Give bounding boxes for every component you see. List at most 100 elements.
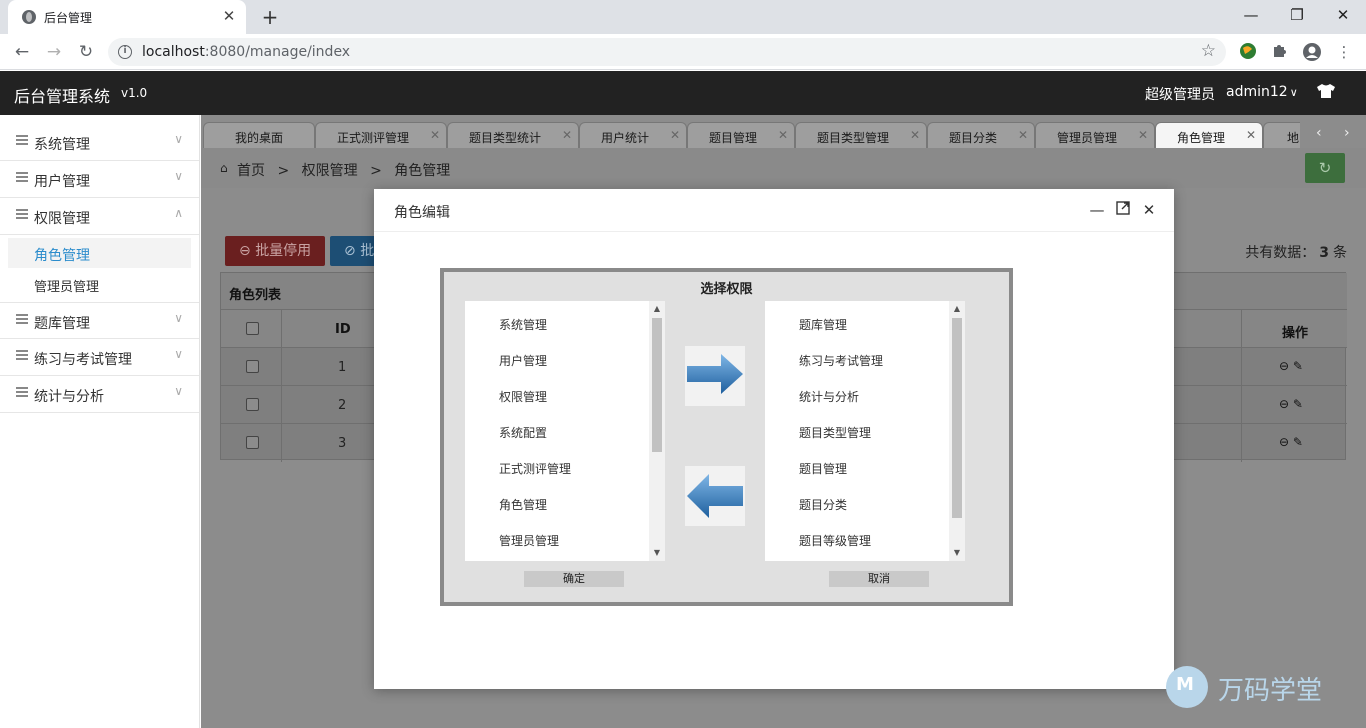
row-checkbox[interactable] bbox=[246, 360, 259, 373]
batch-disable-button[interactable]: ⊖ 批量停用 bbox=[225, 236, 325, 266]
minus-circle-icon: ⊖ bbox=[239, 243, 256, 259]
sidebar-item-permissions[interactable]: 权限管理 ∧ bbox=[0, 198, 199, 235]
disable-icon[interactable]: ⊖ bbox=[1279, 359, 1289, 373]
watermark: M 万码学堂 bbox=[1166, 666, 1346, 710]
extensions-puzzle-icon[interactable] bbox=[1270, 42, 1290, 62]
scroll-up-icon[interactable]: ▲ bbox=[949, 302, 965, 316]
restore-window-button[interactable]: ❐ bbox=[1277, 3, 1317, 27]
available-permissions-list[interactable]: 系统管理 用户管理 权限管理 系统配置 正式测评管理 角色管理 管理员管理 ▲ … bbox=[465, 301, 665, 561]
close-tab-icon[interactable]: ✕ bbox=[910, 128, 920, 142]
edit-pencil-icon[interactable]: ✎ bbox=[1293, 435, 1303, 449]
maximize-icon[interactable] bbox=[1114, 200, 1132, 220]
list-item[interactable]: 正式测评管理 bbox=[499, 460, 571, 477]
sidebar-item-stats[interactable]: 统计与分析 ∨ bbox=[0, 376, 199, 413]
sidebar-subitem-roles[interactable]: 角色管理 bbox=[8, 238, 191, 268]
list-item[interactable]: 题目等级管理 bbox=[799, 532, 871, 549]
edit-pencil-icon[interactable]: ✎ bbox=[1293, 397, 1303, 411]
breadcrumb-home[interactable]: 首页 bbox=[237, 163, 265, 179]
sidebar-item-label: 权限管理 bbox=[34, 211, 90, 227]
watermark-logo-icon: M bbox=[1166, 666, 1208, 708]
page-tab-formal-eval[interactable]: 正式测评管理 ✕ bbox=[315, 122, 447, 148]
sidebar-item-system[interactable]: 系统管理 ∨ bbox=[0, 124, 199, 161]
theme-shirt-icon[interactable] bbox=[1317, 84, 1335, 102]
close-tab-icon[interactable]: ✕ bbox=[778, 128, 788, 142]
back-arrow-icon[interactable]: ← bbox=[10, 40, 34, 64]
move-left-button[interactable] bbox=[685, 466, 745, 526]
disable-icon[interactable]: ⊖ bbox=[1279, 397, 1289, 411]
close-tab-icon[interactable]: ✕ bbox=[562, 128, 572, 142]
bookmark-star-icon[interactable]: ☆ bbox=[1201, 41, 1216, 61]
list-item[interactable]: 用户管理 bbox=[499, 352, 547, 369]
list-item[interactable]: 系统管理 bbox=[499, 316, 547, 333]
sidebar-item-label: 统计与分析 bbox=[34, 389, 104, 405]
sidebar-item-exams[interactable]: 练习与考试管理 ∨ bbox=[0, 339, 199, 376]
chevron-up-icon: ∧ bbox=[174, 206, 183, 220]
list-item[interactable]: 题目管理 bbox=[799, 460, 847, 477]
sidebar-item-question-bank[interactable]: 题库管理 ∨ bbox=[0, 302, 199, 339]
close-tab-icon[interactable]: ✕ bbox=[670, 128, 680, 142]
refresh-button[interactable]: ↻ bbox=[1305, 153, 1345, 183]
page-tab-roles[interactable]: 角色管理 ✕ bbox=[1155, 122, 1263, 148]
right-list-scrollbar[interactable]: ▲ ▼ bbox=[949, 301, 965, 561]
page-tab-questions[interactable]: 题目管理 ✕ bbox=[687, 122, 795, 148]
select-all-checkbox[interactable] bbox=[246, 322, 259, 335]
row-checkbox[interactable] bbox=[246, 398, 259, 411]
page-tab-type-stats[interactable]: 题目类型统计 ✕ bbox=[447, 122, 579, 148]
left-list-scrollbar[interactable]: ▲ ▼ bbox=[649, 301, 665, 561]
list-item[interactable]: 系统配置 bbox=[499, 424, 547, 441]
cancel-button[interactable]: 取消 bbox=[829, 571, 929, 587]
minimize-window-button[interactable]: — bbox=[1231, 3, 1271, 27]
browser-tab-title: 后台管理 bbox=[44, 11, 93, 25]
total-count: 共有数据： 3 条 bbox=[1245, 245, 1347, 261]
page-tab-question-types[interactable]: 题目类型管理 ✕ bbox=[795, 122, 927, 148]
url-text[interactable]: localhost:8080/manage/index bbox=[142, 44, 350, 60]
disable-icon[interactable]: ⊖ bbox=[1279, 435, 1289, 449]
list-item[interactable]: 权限管理 bbox=[499, 388, 547, 405]
breadcrumb-level2: 角色管理 bbox=[394, 163, 451, 179]
list-item[interactable]: 题库管理 bbox=[799, 316, 847, 333]
scroll-down-icon[interactable]: ▼ bbox=[649, 546, 665, 560]
confirm-button[interactable]: 确定 bbox=[524, 571, 624, 587]
user-menu[interactable]: admin12 ∨ bbox=[1226, 84, 1298, 100]
selected-permissions-list[interactable]: 题库管理 练习与考试管理 统计与分析 题目类型管理 题目管理 题目分类 题目等级… bbox=[765, 301, 965, 561]
profile-avatar-icon[interactable] bbox=[1302, 42, 1322, 62]
list-item[interactable]: 题目类型管理 bbox=[799, 424, 871, 441]
scroll-up-icon[interactable]: ▲ bbox=[649, 302, 665, 316]
close-tab-icon[interactable]: ✕ bbox=[1018, 128, 1028, 142]
page-tab-user-stats[interactable]: 用户统计 ✕ bbox=[579, 122, 687, 148]
address-bar[interactable]: i localhost:8080/manage/index ☆ bbox=[108, 38, 1226, 66]
chevron-right-icon[interactable]: › bbox=[1344, 125, 1350, 141]
extension-globe-icon[interactable] bbox=[1238, 42, 1258, 62]
site-info-icon[interactable]: i bbox=[118, 45, 132, 59]
close-tab-icon[interactable]: ✕ bbox=[220, 6, 238, 26]
close-window-button[interactable]: ✕ bbox=[1323, 3, 1363, 27]
new-tab-button[interactable]: + bbox=[258, 4, 282, 30]
page-tab-desktop[interactable]: 我的桌面 bbox=[203, 122, 315, 148]
close-tab-icon[interactable]: ✕ bbox=[430, 128, 440, 142]
list-item[interactable]: 统计与分析 bbox=[799, 388, 859, 405]
move-right-button[interactable] bbox=[685, 346, 745, 406]
edit-pencil-icon[interactable]: ✎ bbox=[1293, 359, 1303, 373]
sidebar-subitem-admins[interactable]: 管理员管理 bbox=[0, 268, 199, 302]
page-tab-categories[interactable]: 题目分类 ✕ bbox=[927, 122, 1035, 148]
close-icon[interactable]: ✕ bbox=[1140, 200, 1158, 220]
row-checkbox[interactable] bbox=[246, 436, 259, 449]
minimize-icon[interactable]: — bbox=[1088, 200, 1106, 220]
scroll-down-icon[interactable]: ▼ bbox=[949, 546, 965, 560]
list-item[interactable]: 练习与考试管理 bbox=[799, 352, 883, 369]
page-tab-admins[interactable]: 管理员管理 ✕ bbox=[1035, 122, 1155, 148]
reload-icon[interactable]: ↻ bbox=[74, 40, 98, 64]
list-item[interactable]: 角色管理 bbox=[499, 496, 547, 513]
list-item[interactable]: 管理员管理 bbox=[499, 532, 559, 549]
sidebar-item-users[interactable]: 用户管理 ∨ bbox=[0, 161, 199, 198]
browser-menu-icon[interactable]: ⋮ bbox=[1334, 42, 1354, 62]
browser-tab[interactable]: 后台管理 ✕ bbox=[8, 0, 246, 34]
chevron-left-icon[interactable]: ‹ bbox=[1316, 125, 1322, 141]
list-item[interactable]: 题目分类 bbox=[799, 496, 847, 513]
close-tab-icon[interactable]: ✕ bbox=[1246, 128, 1256, 142]
modal-header: 角色编辑 — ✕ bbox=[374, 189, 1174, 232]
breadcrumb-level1[interactable]: 权限管理 bbox=[302, 163, 358, 179]
forward-arrow-icon[interactable]: → bbox=[42, 40, 66, 64]
modal-title: 角色编辑 bbox=[394, 205, 450, 221]
close-tab-icon[interactable]: ✕ bbox=[1138, 128, 1148, 142]
